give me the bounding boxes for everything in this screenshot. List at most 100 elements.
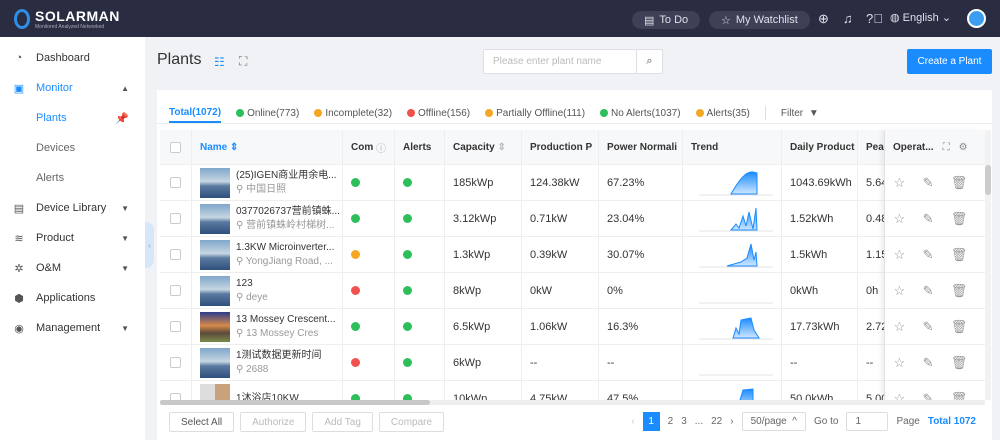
prev-page-icon[interactable]: ‹ xyxy=(631,416,634,427)
vertical-scrollbar[interactable] xyxy=(985,130,991,400)
star-icon[interactable]: ☆ xyxy=(894,391,906,401)
star-icon[interactable]: ☆ xyxy=(894,175,906,191)
pin-icon[interactable]: 📌 xyxy=(115,112,129,125)
select-all-button[interactable]: Select All xyxy=(169,412,235,432)
sort-icon[interactable]: ⇕ xyxy=(227,142,238,153)
sidebar-item-product[interactable]: ≋ Product ▼ xyxy=(0,223,145,253)
sidebar-item-dashboard[interactable]: ◔ Dashboard xyxy=(0,43,145,73)
column-header-daily-product[interactable]: Daily Product xyxy=(782,130,858,164)
row-checkbox[interactable] xyxy=(160,165,192,200)
tab-partially-offline[interactable]: Partially Offline(111) xyxy=(485,103,585,123)
plant-name-cell[interactable]: 1沐浴店10KW xyxy=(192,381,343,400)
page-size-select[interactable]: 50/page ^ xyxy=(741,412,806,431)
create-plant-button[interactable]: Create a Plant xyxy=(907,49,992,74)
page-1[interactable]: 1 xyxy=(642,412,660,431)
list-view-icon[interactable]: ☷ xyxy=(214,55,225,69)
plant-name-cell[interactable]: 1.3KW Microinverter... ⚲ YongJiang Road, … xyxy=(192,237,343,272)
help-icon[interactable]: ⓘ xyxy=(373,140,386,155)
row-checkbox[interactable] xyxy=(160,201,192,236)
plant-name[interactable]: 1.3KW Microinverter... xyxy=(236,241,334,255)
plant-name-cell[interactable]: 123 ⚲ deye xyxy=(192,273,343,308)
add-tag-button[interactable]: Add Tag xyxy=(312,412,373,432)
table-row[interactable]: 0377026737营前镇蛛... ⚲ 营前镇蛛岭村梯树... 3.12kWp 0.7… xyxy=(160,201,985,237)
select-all-checkbox[interactable] xyxy=(160,130,192,164)
column-header-com[interactable]: Com ⓘ xyxy=(343,130,395,164)
todo-button[interactable]: ▤ To Do xyxy=(632,11,701,29)
edit-icon[interactable]: ✎ xyxy=(923,211,934,227)
compare-button[interactable]: Compare xyxy=(378,412,445,432)
sidebar-item-applications[interactable]: ⬢ Applications xyxy=(0,283,145,313)
plant-name[interactable]: (25)IGEN商业用余电... xyxy=(236,169,337,183)
row-checkbox[interactable] xyxy=(160,381,192,400)
tab-total[interactable]: Total(1072) xyxy=(169,103,222,123)
delete-icon[interactable]: 🗑 xyxy=(951,391,968,401)
row-checkbox[interactable] xyxy=(160,345,192,380)
sort-icon[interactable]: ⇕ xyxy=(495,142,505,153)
tab-no-alerts[interactable]: No Alerts(1037) xyxy=(600,103,681,123)
horizontal-scrollbar[interactable] xyxy=(160,400,985,405)
sidebar-item-plants[interactable]: Plants 📌 xyxy=(0,103,145,133)
plant-name[interactable]: 1沐浴店10KW xyxy=(236,392,299,401)
delete-icon[interactable]: 🗑 xyxy=(951,175,968,191)
star-icon[interactable]: ☆ xyxy=(894,247,906,263)
edit-icon[interactable]: ✎ xyxy=(923,247,934,263)
delete-icon[interactable]: 🗑 xyxy=(951,319,968,335)
sidebar-item-devices[interactable]: Devices xyxy=(0,133,145,163)
row-checkbox[interactable] xyxy=(160,237,192,272)
plant-name-cell[interactable]: 13 Mossey Crescent... ⚲ 13 Mossey Cres xyxy=(192,309,343,344)
tab-offline[interactable]: Offline(156) xyxy=(407,103,470,123)
fullscreen-icon[interactable]: ⛶ xyxy=(943,142,950,153)
plant-name[interactable]: 0377026737营前镇蛛... xyxy=(236,205,340,219)
goto-input[interactable]: 1 xyxy=(846,412,889,431)
filter-button[interactable]: Filter ▼ xyxy=(781,103,819,123)
search-icon[interactable]: ⌕ xyxy=(636,50,662,73)
bell-icon[interactable]: ♫ xyxy=(843,11,853,26)
delete-icon[interactable]: 🗑 xyxy=(951,283,968,299)
row-checkbox[interactable] xyxy=(160,273,192,308)
next-page-icon[interactable]: › xyxy=(730,416,733,427)
table-row[interactable]: 123 ⚲ deye 8kWp 0kW 0% 0kWh 0h xyxy=(160,273,985,309)
table-row[interactable]: 1.3KW Microinverter... ⚲ YongJiang Road, … xyxy=(160,237,985,273)
edit-icon[interactable]: ✎ xyxy=(923,175,934,191)
star-icon[interactable]: ☆ xyxy=(894,211,906,227)
plant-name-cell[interactable]: (25)IGEN商业用余电... ⚲ 中国日照 xyxy=(192,165,343,200)
delete-icon[interactable]: 🗑 xyxy=(951,355,968,371)
star-icon[interactable]: ☆ xyxy=(894,283,906,299)
row-checkbox[interactable] xyxy=(160,309,192,344)
table-row[interactable]: 1沐浴店10KW 10kWp 4.75kW 47.5% 50.0kWh 5.00h xyxy=(160,381,985,400)
column-header-trend[interactable]: Trend xyxy=(683,130,782,164)
column-header-peak[interactable]: Peak xyxy=(858,130,885,164)
plant-name[interactable]: 13 Mossey Crescent... xyxy=(236,313,335,327)
column-header-power-normali[interactable]: Power Normali xyxy=(599,130,683,164)
sidebar-collapse-button[interactable]: ‹ xyxy=(145,222,154,268)
authorize-button[interactable]: Authorize xyxy=(240,412,307,432)
plant-name-cell[interactable]: 0377026737营前镇蛛... ⚲ 营前镇蛛岭村梯树... xyxy=(192,201,343,236)
page-3[interactable]: 3 xyxy=(681,416,687,427)
plant-name-cell[interactable]: 1测试数据更新时间 ⚲ 2688 xyxy=(192,345,343,380)
plant-name[interactable]: 123 xyxy=(236,277,268,291)
sidebar-item-monitor[interactable]: ▣ Monitor ▲ xyxy=(0,73,145,103)
add-icon[interactable]: ⊕ xyxy=(818,11,829,27)
delete-icon[interactable]: 🗑 xyxy=(951,247,968,263)
delete-icon[interactable]: 🗑 xyxy=(951,211,968,227)
star-icon[interactable]: ☆ xyxy=(894,319,906,335)
plant-name[interactable]: 1测试数据更新时间 xyxy=(236,349,322,363)
page-ellipsis[interactable]: ... xyxy=(695,416,703,427)
tab-alerts[interactable]: Alerts(35) xyxy=(695,103,750,123)
edit-icon[interactable]: ✎ xyxy=(923,319,934,335)
edit-icon[interactable]: ✎ xyxy=(923,283,934,299)
search-input[interactable] xyxy=(484,56,636,67)
tab-online[interactable]: Online(773) xyxy=(236,103,299,123)
help-icon[interactable]: ?⃝ xyxy=(866,11,883,26)
table-row[interactable]: (25)IGEN商业用余电... ⚲ 中国日照 185kWp 124.38kW 67.2… xyxy=(160,165,985,201)
column-header-name[interactable]: Name ⇕ xyxy=(192,130,343,164)
sidebar-item-management[interactable]: ◉ Management ▼ xyxy=(0,313,145,343)
language-select[interactable]: ◍ English ⌄ xyxy=(890,11,951,24)
column-header-production-p[interactable]: Production P xyxy=(522,130,599,164)
solarman-logo[interactable]: SOLARMAN Monitored Analyzed Networked xyxy=(14,8,120,30)
edit-icon[interactable]: ✎ xyxy=(923,391,934,401)
map-view-icon[interactable]: ⛶ xyxy=(239,54,247,69)
tab-incomplete[interactable]: Incomplete(32) xyxy=(314,103,392,123)
table-row[interactable]: 13 Mossey Crescent... ⚲ 13 Mossey Cres 6.5… xyxy=(160,309,985,345)
table-row[interactable]: 1测试数据更新时间 ⚲ 2688 6kWp -- -- -- -- xyxy=(160,345,985,381)
